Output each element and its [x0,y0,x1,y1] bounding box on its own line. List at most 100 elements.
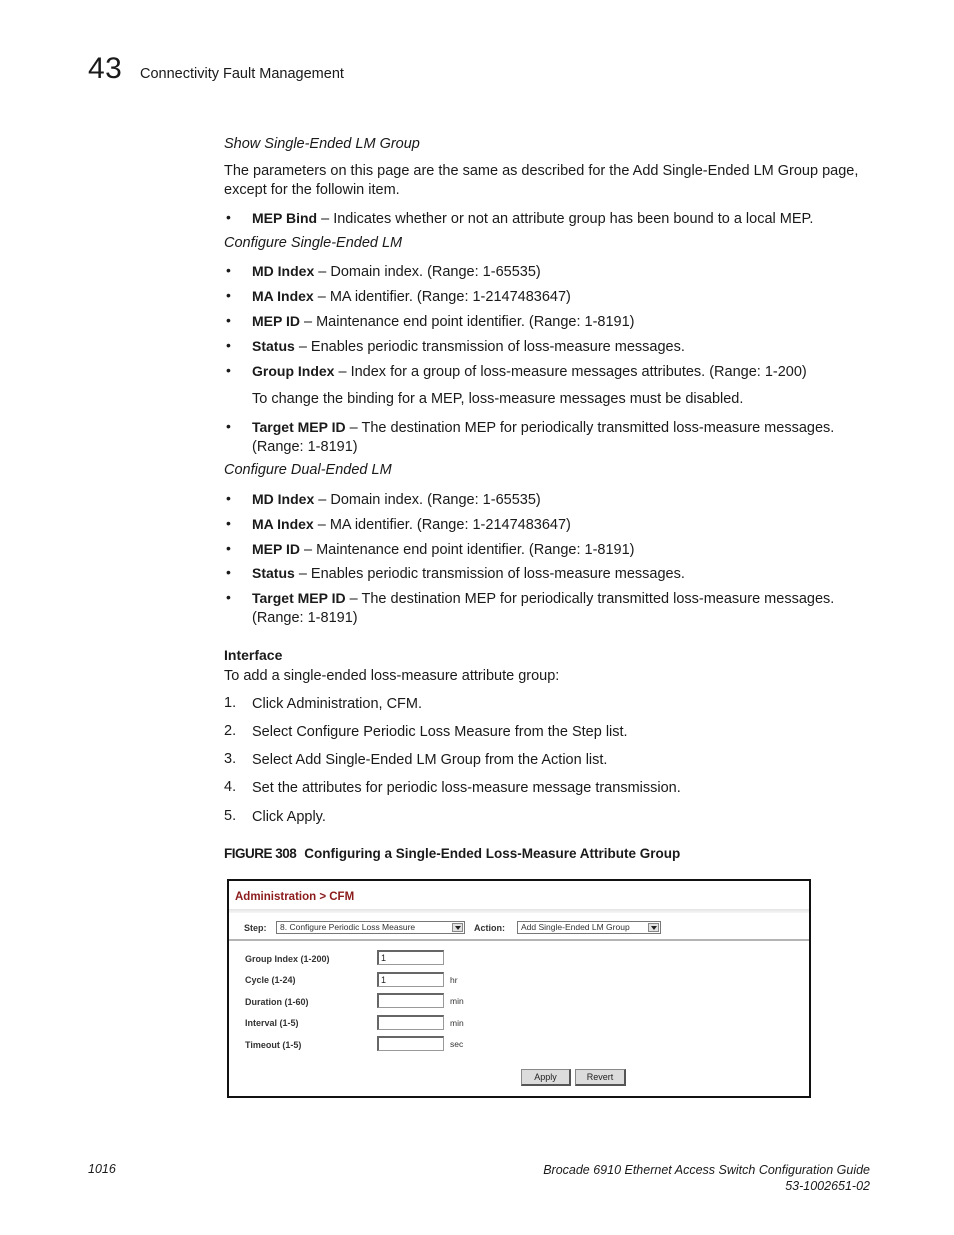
action-select-value: Add Single-Ended LM Group [521,922,630,932]
description: – The destination MEP for periodically t… [345,420,835,436]
figure-title: Configuring a Single-Ended Loss-Measure … [304,846,681,861]
field-label-timeout: Timeout (1-5) [245,1040,302,1050]
figure-caption: FIGURE 308 Configuring a Single-Ended Los… [224,846,680,861]
bullet-icon: • [226,337,231,353]
toolbar-divider [229,939,809,941]
action-label: Action: [474,923,505,933]
interface-intro: To add a single-ended loss-measure attri… [224,668,560,684]
step-number: 4. [224,779,237,795]
description: – Enables periodic transmission of loss-… [294,566,685,582]
interval-unit: min [450,1018,464,1028]
step-text: Set the attributes for periodic loss-mea… [252,780,681,796]
step-select-value: 8. Configure Periodic Loss Measure [280,922,416,932]
step-text: Select Add Single-Ended LM Group from th… [252,752,608,768]
step-label: Step: [244,923,267,933]
duration-input[interactable] [377,993,444,1008]
step-number: 3. [224,751,237,767]
breadcrumb[interactable]: Administration > CFM [235,891,354,903]
term: Status [252,565,295,581]
bullet-icon: • [226,262,231,278]
term: Group Index [252,363,335,379]
list-item: Target MEP ID – The destination MEP for … [252,589,872,628]
list-item: MEP Bind – Indicates whether or not an a… [252,209,872,229]
description: – Maintenance end point identifier. (Ran… [299,542,635,558]
description: – Enables periodic transmission of loss-… [294,339,685,355]
bullet-icon: • [226,312,231,328]
field-label-group-index: Group Index (1-200) [245,954,330,964]
paragraph-line: The parameters on this page are the same… [224,163,859,179]
revert-button[interactable]: Revert [575,1069,626,1086]
list-item: MA Index – MA identifier. (Range: 1-2147… [252,515,872,535]
bullet-icon: • [226,287,231,303]
figure-label: FIGURE 308 [224,846,297,861]
timeout-unit: sec [450,1039,464,1049]
list-item: MD Index – Domain index. (Range: 1-65535… [252,262,872,282]
bullet-icon: • [226,515,231,531]
term: MD Index [252,263,315,279]
group-index-input[interactable] [377,950,444,965]
description: – Domain index. (Range: 1-65535) [314,492,541,508]
list-item: MA Index – MA identifier. (Range: 1-2147… [252,287,872,307]
chapter-number: 43 [88,52,123,85]
term: MA Index [252,516,314,532]
list-item: Status – Enables periodic transmission o… [252,564,872,584]
chevron-down-icon[interactable] [452,923,463,932]
step-number: 2. [224,723,237,739]
footer-doc-info: Brocade 6910 Ethernet Access Switch Conf… [543,1162,870,1194]
term: MEP ID [252,541,300,557]
bullet-icon: • [226,362,231,378]
bullet-icon: • [226,490,231,506]
timeout-input[interactable] [377,1036,444,1051]
cycle-input[interactable] [377,972,444,987]
description: – Index for a group of loss-measure mess… [334,364,807,380]
interval-input[interactable] [377,1015,444,1030]
term: MEP ID [252,313,300,329]
description: – MA identifier. (Range: 1-2147483647) [313,517,571,533]
apply-button[interactable]: Apply [521,1069,571,1086]
field-label-cycle: Cycle (1-24) [245,975,296,985]
list-item: Group Index – Index for a group of loss-… [252,362,872,382]
doc-number: 53-1002651-02 [785,1179,870,1193]
step-text: Click Administration, CFM. [252,696,423,712]
description-range: (Range: 1-8191) [252,439,358,455]
term: MD Index [252,491,315,507]
section-heading-configure-dual: Configure Dual-Ended LM [224,462,392,478]
list-item: Target MEP ID – The destination MEP for … [252,418,872,457]
section-heading-configure-single: Configure Single-Ended LM [224,235,403,251]
header-divider [229,909,809,913]
description: – Maintenance end point identifier. (Ran… [299,314,635,330]
step-number: 1. [224,695,237,711]
description: – The destination MEP for periodically t… [345,591,835,607]
action-select[interactable]: Add Single-Ended LM Group [517,921,661,934]
step-number: 5. [224,808,237,824]
bullet-icon: • [226,589,231,605]
term: Status [252,338,295,354]
term: Target MEP ID [252,419,346,435]
list-item: MEP ID – Maintenance end point identifie… [252,540,872,560]
field-label-interval: Interval (1-5) [245,1018,299,1028]
list-item: Status – Enables periodic transmission o… [252,337,872,357]
description-range: (Range: 1-8191) [252,610,358,626]
step-select[interactable]: 8. Configure Periodic Loss Measure [276,921,465,934]
step-text: Click Apply. [252,809,326,825]
term: MEP Bind [252,210,318,226]
bullet-icon: • [226,209,231,225]
note: To change the binding for a MEP, loss-me… [252,391,744,407]
bullet-icon: • [226,418,231,434]
field-label-duration: Duration (1-60) [245,997,309,1007]
chevron-down-icon[interactable] [648,923,659,932]
page-number: 1016 [88,1162,116,1176]
bullet-icon: • [226,564,231,580]
term: Target MEP ID [252,590,346,606]
description: – MA identifier. (Range: 1-2147483647) [313,289,571,305]
doc-title: Brocade 6910 Ethernet Access Switch Conf… [543,1163,870,1177]
term: MA Index [252,288,314,304]
toolbar: Step: 8. Configure Periodic Loss Measure… [229,915,809,939]
bullet-icon: • [226,540,231,556]
section-heading-interface: Interface [224,647,283,663]
paragraph-line: except for the followin item. [224,182,400,198]
description: – Domain index. (Range: 1-65535) [314,264,541,280]
cycle-unit: hr [450,975,458,985]
list-item: MD Index – Domain index. (Range: 1-65535… [252,490,872,510]
duration-unit: min [450,996,464,1006]
